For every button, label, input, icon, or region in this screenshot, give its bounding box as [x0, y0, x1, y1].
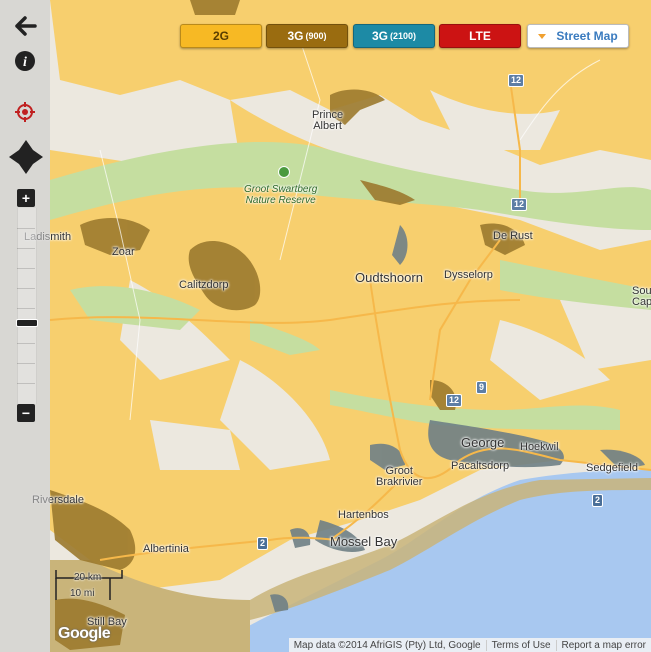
- svg-text:i: i: [23, 55, 27, 70]
- zoom-in-button[interactable]: +: [17, 189, 35, 207]
- place-prince-albert: Prince Albert: [312, 109, 344, 132]
- place-mossel-bay: Mossel Bay: [330, 534, 398, 549]
- report-map-error-link[interactable]: Report a map error: [555, 639, 651, 651]
- layer-lte-button[interactable]: LTE: [439, 24, 521, 48]
- pan-control[interactable]: [8, 139, 44, 175]
- place-dysseldorp: Dysselorp: [444, 269, 493, 281]
- street-map-label: Street Map: [556, 29, 618, 43]
- layer-lte-label: LTE: [469, 29, 491, 43]
- road-shield-r12: 12: [508, 74, 525, 87]
- zoom-tick: [17, 268, 35, 269]
- layer-3g900-label: 3G: [287, 29, 304, 43]
- zoom-tick: [17, 248, 35, 249]
- terms-of-use-link[interactable]: Terms of Use: [485, 639, 556, 651]
- attribution-bar: Map data ©2014 AfriGIS (Pty) Ltd, Google…: [288, 638, 651, 652]
- road-shield-r12: 12: [511, 198, 528, 211]
- road-shield-r12: 12: [446, 394, 463, 407]
- zoom-tick: [17, 228, 35, 229]
- layer-2g-button[interactable]: 2G: [180, 24, 262, 48]
- arrow-left-icon: [15, 16, 37, 36]
- place-hartenbos: Hartenbos: [338, 509, 389, 521]
- road-shield-n2: 2: [592, 494, 604, 507]
- layer-3g900-button[interactable]: 3G (900): [266, 24, 348, 48]
- park-icon: [278, 166, 290, 178]
- street-map-button[interactable]: Street Map: [527, 24, 629, 48]
- zoom-tick: [17, 343, 35, 344]
- place-zoar: Zoar: [112, 246, 135, 258]
- zoom-tick: [17, 363, 35, 364]
- place-hoekwil: Hoekwil: [520, 441, 559, 453]
- layer-3g900-sub: (900): [305, 31, 327, 41]
- zoom-tick: [17, 383, 35, 384]
- back-button[interactable]: [14, 14, 38, 38]
- road-shield-n2: 2: [257, 537, 269, 550]
- locate-button[interactable]: [14, 101, 36, 123]
- road-shield-n9: 9: [476, 381, 488, 394]
- info-icon: i: [15, 51, 35, 71]
- place-de-rust: De Rust: [493, 230, 533, 242]
- google-logo: Google: [58, 625, 111, 642]
- place-albertinia: Albertinia: [143, 543, 189, 555]
- layer-2g-label: 2G: [212, 29, 229, 43]
- place-oudtshoorn: Oudtshoorn: [355, 270, 423, 285]
- place-south-cape: Sou Cape: [632, 285, 651, 308]
- pan-arrows-icon: [9, 140, 43, 174]
- zoom-slider-handle[interactable]: [16, 319, 38, 327]
- crosshair-icon: [15, 102, 35, 122]
- scale-mi-label: 10 mi: [70, 588, 95, 599]
- coverage-map[interactable]: [0, 0, 651, 652]
- layer-3g2100-button[interactable]: 3G (2100): [353, 24, 435, 48]
- zoom-tick: [17, 308, 35, 309]
- scale-km-label: 20 km: [74, 572, 102, 583]
- place-pacaltsdorp: Pacaltsdorp: [451, 460, 510, 472]
- info-button[interactable]: i: [14, 50, 36, 72]
- place-groot-swartberg: Groot Swartberg Nature Reserve: [244, 184, 318, 206]
- layer-3g2100-label: 3G: [371, 29, 388, 43]
- zoom-track[interactable]: [17, 208, 37, 404]
- zoom-tick: [17, 288, 35, 289]
- place-groot-brakrivier: Groot Brakrivier: [376, 465, 423, 488]
- place-george: George: [461, 435, 505, 450]
- layer-3g2100-sub: (2100): [390, 31, 417, 41]
- map-data-credit: Map data ©2014 AfriGIS (Pty) Ltd, Google: [293, 639, 481, 651]
- place-calitzdorp: Calitzdorp: [179, 279, 229, 291]
- place-sedgefield: Sedgefield: [586, 462, 638, 474]
- dropdown-caret-icon: [538, 33, 547, 39]
- zoom-out-button[interactable]: −: [17, 404, 35, 422]
